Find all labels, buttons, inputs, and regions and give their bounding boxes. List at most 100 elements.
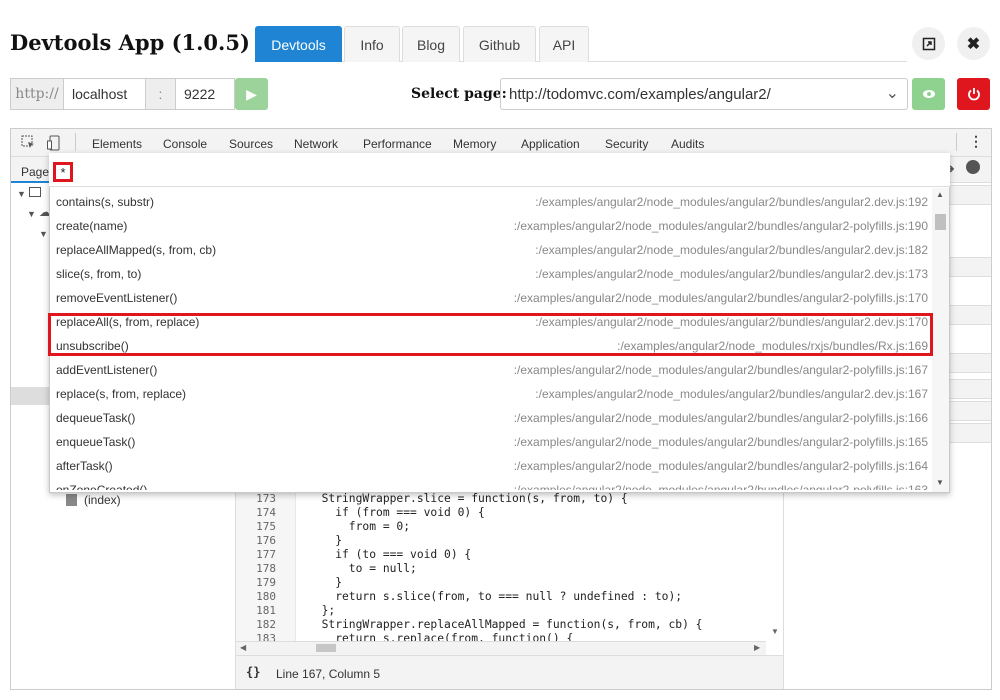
tree-expand-icon[interactable]: ▼ — [17, 189, 26, 199]
quick-open-item[interactable]: removeEventListener():/examples/angular2… — [50, 286, 932, 310]
tab-page[interactable]: Page — [21, 165, 49, 179]
quick-open-item[interactable]: dequeueTask() :/examples/angular2/node_mo… — [50, 406, 932, 430]
quick-open-item-name: replaceAllMapped(s, from, cb) — [56, 243, 217, 257]
line-number: 176 — [256, 534, 276, 547]
quick-open-item-path: :/examples/angular2/node_modules/angular… — [513, 435, 928, 449]
app-title: Devtools App (1.0.5) — [10, 30, 250, 55]
quick-open-scrollbar[interactable]: ▲ ▼ — [932, 188, 949, 492]
power-icon — [967, 88, 980, 101]
scroll-down-icon[interactable]: ▼ — [936, 478, 944, 487]
quick-open-item-name: contains(s, substr) — [56, 195, 155, 209]
tree-expand-icon[interactable]: ▼ — [27, 209, 36, 219]
code-line: to = null; — [308, 562, 417, 575]
quick-open-scrollbar-thumb[interactable] — [935, 214, 946, 230]
quick-open-item-name: replace(s, from, replace) — [56, 387, 187, 401]
quick-open-item[interactable]: onZoneCreated() :/examples/angular2/node_… — [50, 478, 932, 490]
line-number: 179 — [256, 576, 276, 589]
quick-open-item-name: afterTask() — [56, 459, 113, 473]
quick-open-item[interactable]: addEventListener():/examples/angular2/no… — [50, 358, 932, 382]
file-icon — [66, 494, 77, 506]
quick-open-item-path: :/examples/angular2/node_modules/angular… — [535, 387, 928, 401]
go-button[interactable]: ▶ — [235, 78, 268, 110]
line-number: 177 — [256, 548, 276, 561]
expand-icon — [922, 37, 935, 50]
line-number: 182 — [256, 618, 276, 631]
panel-performance[interactable]: Performance — [363, 137, 432, 151]
scroll-up-icon[interactable]: ▲ — [936, 190, 944, 199]
quick-open-item[interactable]: replace(s, from, replace) :/examples/angu… — [50, 382, 932, 406]
quick-open-item[interactable]: enqueueTask():/examples/angular2/node_mo… — [50, 430, 932, 454]
power-button[interactable] — [957, 78, 990, 110]
quick-open-item-name: dequeueTask() — [56, 411, 136, 425]
pause-icon[interactable] — [966, 160, 980, 174]
quick-open-item[interactable]: contains(s, substr) :/examples/angular2/n… — [50, 190, 932, 214]
selected-page-value: http://todomvc.com/examples/angular2/ — [509, 85, 771, 103]
panel-console[interactable]: Console — [163, 137, 207, 151]
cursor-position: Line 167, Column 5 — [276, 667, 381, 681]
editor-status-bar: {} Line 167, Column 5 — [236, 655, 783, 689]
quick-open-item-path: :/examples/angular2/node_modules/angular… — [535, 195, 928, 209]
chevron-down-icon: ⌄ — [885, 85, 899, 102]
quick-open-item-name: onZoneCreated() — [56, 483, 148, 490]
page-select[interactable]: http://todomvc.com/examples/angular2/ ⌄ — [500, 78, 908, 110]
scroll-down-icon[interactable]: ▼ — [771, 627, 779, 636]
port-input[interactable]: 9222 — [175, 78, 235, 110]
code-line: }; — [308, 604, 336, 617]
select-page-label: Select page: — [411, 86, 507, 102]
close-icon: ✖ — [966, 35, 981, 53]
device-toggle-icon[interactable] — [47, 135, 61, 151]
quick-open-item-name: create(name) — [56, 219, 128, 233]
tab-blog[interactable]: Blog — [402, 26, 460, 62]
inspect-icon[interactable] — [21, 135, 36, 150]
tab-devtools[interactable]: Devtools — [255, 26, 342, 62]
quick-open-item[interactable]: replaceAllMapped(s, from, cb) :/examples/… — [50, 238, 932, 262]
quick-open-input-row[interactable] — [49, 153, 950, 187]
pretty-print-button[interactable]: {} — [246, 665, 260, 679]
quick-open-item[interactable]: slice(s, from, to):/examples/angular2/no… — [50, 262, 932, 286]
tree-expand-icon[interactable]: ▼ — [39, 229, 48, 239]
quick-open-item-path: :/examples/angular2/node_modules/angular… — [513, 483, 928, 490]
line-number: 173 — [256, 492, 276, 505]
quick-open-item-path: :/examples/angular2/node_modules/angular… — [513, 219, 928, 233]
code-line: } — [308, 534, 343, 547]
play-icon: ▶ — [246, 85, 257, 102]
code-line: StringWrapper.replaceAllMapped = functio… — [308, 618, 703, 631]
panel-memory[interactable]: Memory — [453, 137, 496, 151]
quick-open-item-path: :/examples/angular2/node_modules/angular… — [513, 459, 928, 473]
quick-open-item-path: :/examples/angular2/node_modules/angular… — [535, 243, 928, 257]
quick-open-item-name: addEventListener() — [56, 363, 158, 377]
horizontal-scrollbar-thumb[interactable] — [316, 644, 336, 652]
tab-github[interactable]: Github — [463, 26, 536, 62]
code-line: if (to === void 0) { — [308, 548, 472, 561]
port-separator: : — [145, 78, 176, 110]
panel-audits[interactable]: Audits — [671, 137, 704, 151]
quick-open-query[interactable]: * — [53, 162, 73, 182]
code-line: from = 0; — [308, 520, 411, 533]
close-button[interactable]: ✖ — [957, 27, 990, 60]
toolbar-separator — [75, 133, 76, 151]
panel-network[interactable]: Network — [294, 137, 338, 151]
line-number: 174 — [256, 506, 276, 519]
panel-elements[interactable]: Elements — [92, 137, 142, 151]
panel-application[interactable]: Application — [521, 137, 580, 151]
more-menu-icon[interactable]: ⋮ — [969, 133, 983, 150]
line-number: 181 — [256, 604, 276, 617]
expand-button[interactable] — [912, 27, 945, 60]
quick-open-item-path: :/examples/angular2/node_modules/angular… — [513, 411, 928, 425]
quick-open-item[interactable]: create(name) :/examples/angular2/node_mod… — [50, 214, 932, 238]
toolbar-separator — [956, 133, 957, 151]
panel-security[interactable]: Security — [605, 137, 648, 151]
code-line: if (from === void 0) { — [308, 506, 485, 519]
tab-api[interactable]: API — [539, 26, 589, 62]
scroll-left-icon[interactable]: ◀ — [240, 643, 246, 652]
scroll-right-icon[interactable]: ▶ — [754, 643, 760, 652]
code-line: StringWrapper.slice = function(s, from, … — [308, 492, 628, 505]
tab-info[interactable]: Info — [344, 26, 400, 62]
view-button[interactable] — [912, 78, 945, 110]
panel-sources[interactable]: Sources — [229, 137, 273, 151]
tree-item-index[interactable]: (index) — [84, 493, 121, 507]
frame-icon — [29, 187, 41, 197]
quick-open-item-name: removeEventListener() — [56, 291, 178, 305]
host-input[interactable]: localhost — [63, 78, 146, 110]
quick-open-item[interactable]: afterTask() :/examples/angular2/node_modu… — [50, 454, 932, 478]
